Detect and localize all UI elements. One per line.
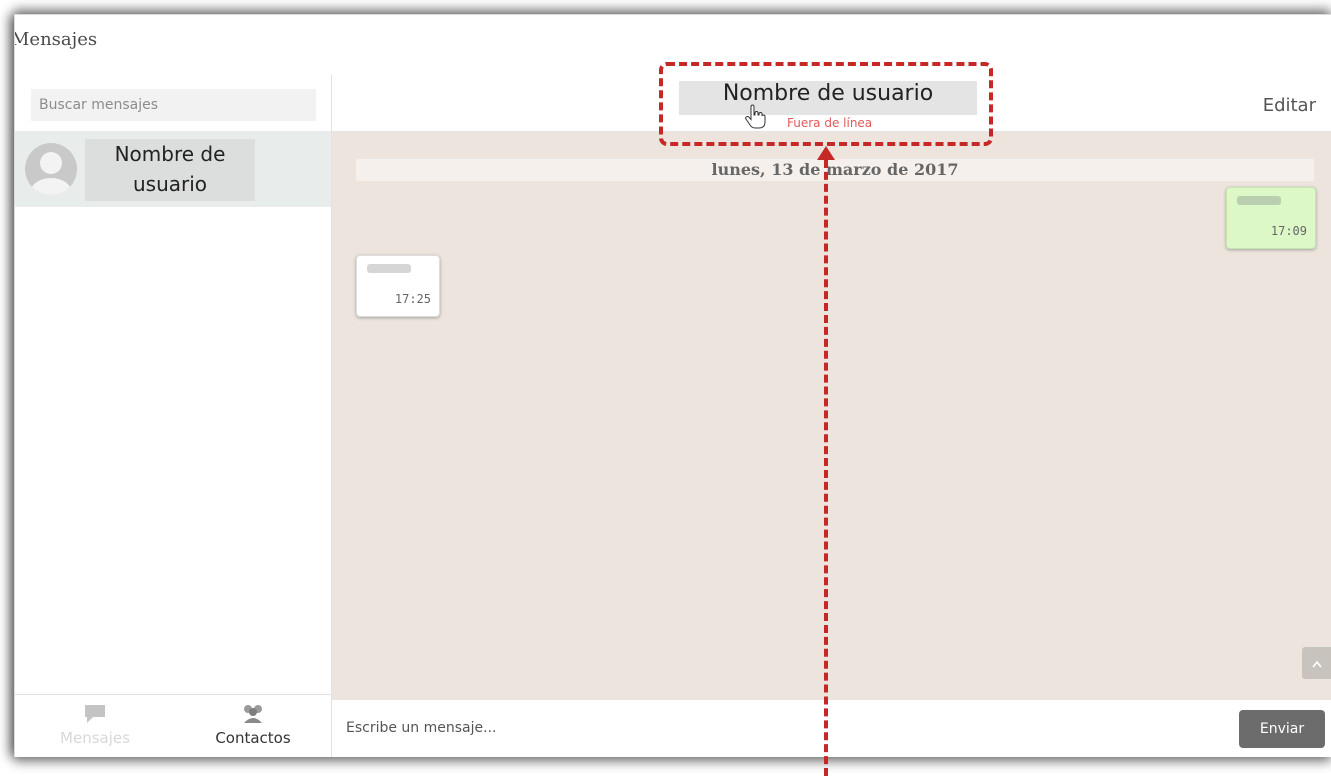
chevron-up-icon — [1312, 660, 1322, 668]
blurred-message-text — [1237, 196, 1281, 205]
date-separator: lunes, 13 de marzo de 2017 — [356, 159, 1314, 181]
conversation-item[interactable]: Nombre de usuario — [15, 131, 331, 207]
sidebar: Nombre de usuario Mensajes Contactos — [15, 75, 332, 757]
annotation-arrow-head — [817, 146, 835, 160]
nav-tab-contacts[interactable]: Contactos — [183, 703, 323, 747]
contacts-icon — [244, 705, 262, 723]
message-time: 17:09 — [1270, 224, 1307, 238]
nav-tab-messages[interactable]: Mensajes — [25, 703, 165, 747]
blurred-message-text — [367, 264, 411, 273]
nav-label-messages: Mensajes — [60, 729, 130, 747]
conversation-name: Nombre de usuario — [114, 142, 226, 196]
send-button[interactable]: Enviar — [1239, 710, 1325, 748]
hand-cursor-icon — [745, 104, 766, 129]
avatar — [25, 143, 77, 195]
search-input[interactable] — [31, 89, 316, 121]
chat-panel: Nombre de usuario Fuera de línea Editar … — [332, 75, 1331, 757]
app-title: Mensajes — [14, 29, 98, 50]
message-incoming[interactable]: 17:25 — [356, 255, 440, 317]
annotation-arrow-line — [824, 160, 828, 776]
message-input[interactable] — [346, 711, 1236, 745]
chat-bubble-icon — [85, 705, 105, 723]
annotation-highlight-box — [659, 62, 993, 146]
edit-button[interactable]: Editar — [1263, 95, 1316, 116]
scroll-up-button[interactable] — [1302, 647, 1331, 679]
message-time: 17:25 — [394, 292, 431, 306]
composer: Enviar — [332, 699, 1331, 757]
bottom-nav: Mensajes Contactos — [15, 694, 331, 757]
nav-label-contacts: Contactos — [215, 729, 291, 747]
message-outgoing[interactable]: 17:09 — [1226, 187, 1316, 249]
